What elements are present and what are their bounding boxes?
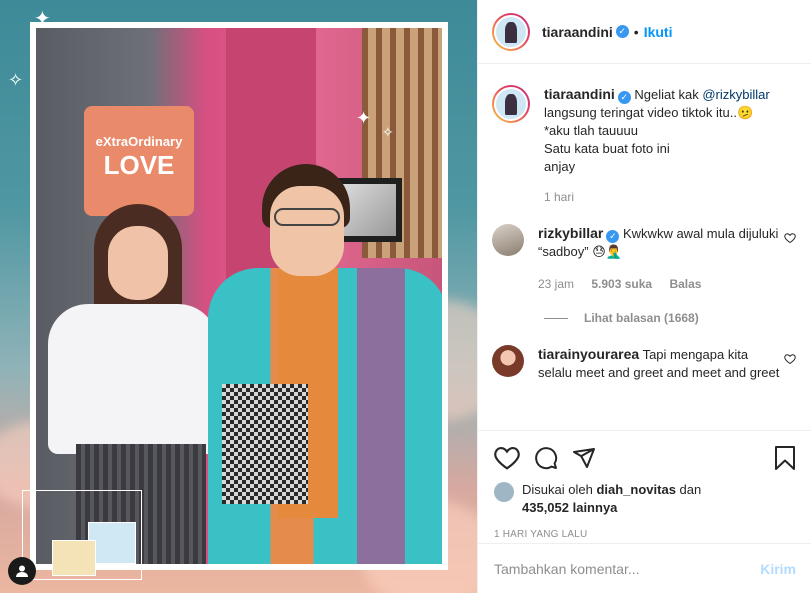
verified-icon: ✓ — [615, 25, 629, 38]
comment-likes[interactable]: 5.903 suka — [591, 277, 652, 291]
comment-text: tiarainyourarea Tapi mengapa kita selalu… — [538, 345, 784, 382]
sign-text-love: LOVE — [103, 150, 175, 180]
post-actions: Disukai oleh diah_novitas dan 435,052 la… — [478, 430, 811, 540]
tagged-users-icon[interactable] — [8, 557, 36, 585]
add-comment-bar: Kirim — [478, 543, 811, 593]
comment-avatar[interactable] — [492, 224, 524, 256]
share-icon[interactable] — [572, 446, 596, 470]
person-right — [208, 164, 442, 564]
sign-text: eXtraOrdinary — [95, 134, 183, 149]
caption-time: 1 hari — [544, 190, 575, 204]
likes-prefix: Disukai oleh — [522, 482, 593, 497]
star-doodle: ✧ — [8, 70, 24, 90]
follow-button[interactable]: Ikuti — [644, 24, 673, 40]
comment-username[interactable]: tiarainyourarea — [538, 346, 639, 362]
add-comment-input[interactable] — [494, 560, 761, 577]
caption-avatar[interactable] — [492, 85, 530, 123]
photo-scene: eXtraOrdinary LOVE ✦ ✧ — [36, 28, 442, 564]
likes-connector: dan — [679, 482, 702, 497]
star-doodle: ✦ — [356, 108, 372, 128]
liker-avatar[interactable] — [494, 482, 514, 502]
post-photo[interactable]: ✦ ✧ eXtraOrdinary LOVE ✦ ✧ — [0, 0, 477, 593]
verified-icon: ✓ — [617, 91, 631, 104]
author-username[interactable]: tiaraandini — [542, 24, 613, 40]
caption-text: tiaraandini ✓ Ngeliat kak @rizkybillar la… — [544, 85, 798, 176]
caption-text-part: langsung teringat video tiktok itu..🫤 *a… — [544, 105, 754, 174]
post-panel: tiaraandini ✓ • Ikuti tiaraandini ✓ Ngeli… — [477, 0, 811, 593]
caption-text-part: Ngeliat kak — [634, 87, 703, 102]
caption: tiaraandini ✓ Ngeliat kak @rizkybillar la… — [478, 65, 811, 206]
show-sign: eXtraOrdinary LOVE — [84, 106, 194, 216]
like-icon[interactable] — [494, 446, 520, 470]
comment-like-icon[interactable] — [784, 353, 798, 382]
comment-avatar[interactable] — [492, 345, 524, 377]
verified-icon: ✓ — [606, 230, 620, 243]
view-replies-button[interactable]: Lihat balasan (1668) — [544, 311, 811, 325]
view-replies-label: Lihat balasan (1668) — [584, 311, 699, 325]
likes-count[interactable]: 435,052 lainnya — [522, 500, 617, 515]
star-doodle: ✧ — [382, 124, 394, 140]
comment-text: rizkybillar ✓ Kwkwkw awal mula dijuluki “… — [538, 224, 784, 261]
likes-summary: Disukai oleh diah_novitas dan 435,052 la… — [494, 481, 796, 517]
post-comment-button[interactable]: Kirim — [760, 561, 796, 577]
comment-item: rizkybillar ✓ Kwkwkw awal mula dijuluki “… — [478, 224, 811, 293]
caption-mention-link[interactable]: @rizkybillar — [702, 87, 769, 102]
comment-like-icon[interactable] — [784, 232, 798, 293]
caption-username[interactable]: tiaraandini — [544, 86, 615, 102]
replies-line — [544, 317, 568, 319]
comment-icon[interactable] — [534, 446, 558, 470]
post-timestamp: 1 HARI YANG LALU — [494, 529, 588, 540]
liker-username[interactable]: diah_novitas — [596, 482, 675, 497]
comment-item: tiarainyourarea Tapi mengapa kita selalu… — [478, 345, 811, 382]
comments-list[interactable]: tiaraandini ✓ Ngeliat kak @rizkybillar la… — [478, 65, 811, 430]
reply-button[interactable]: Balas — [669, 277, 701, 291]
photo-frame: eXtraOrdinary LOVE ✦ ✧ — [30, 22, 448, 570]
bookmark-icon[interactable] — [774, 446, 796, 470]
separator-dot: • — [633, 23, 639, 40]
post-header: tiaraandini ✓ • Ikuti — [478, 0, 811, 64]
comment-username[interactable]: rizkybillar — [538, 225, 603, 241]
comment-time: 23 jam — [538, 277, 575, 291]
author-avatar[interactable] — [492, 12, 530, 51]
photo-sticker — [52, 540, 96, 576]
